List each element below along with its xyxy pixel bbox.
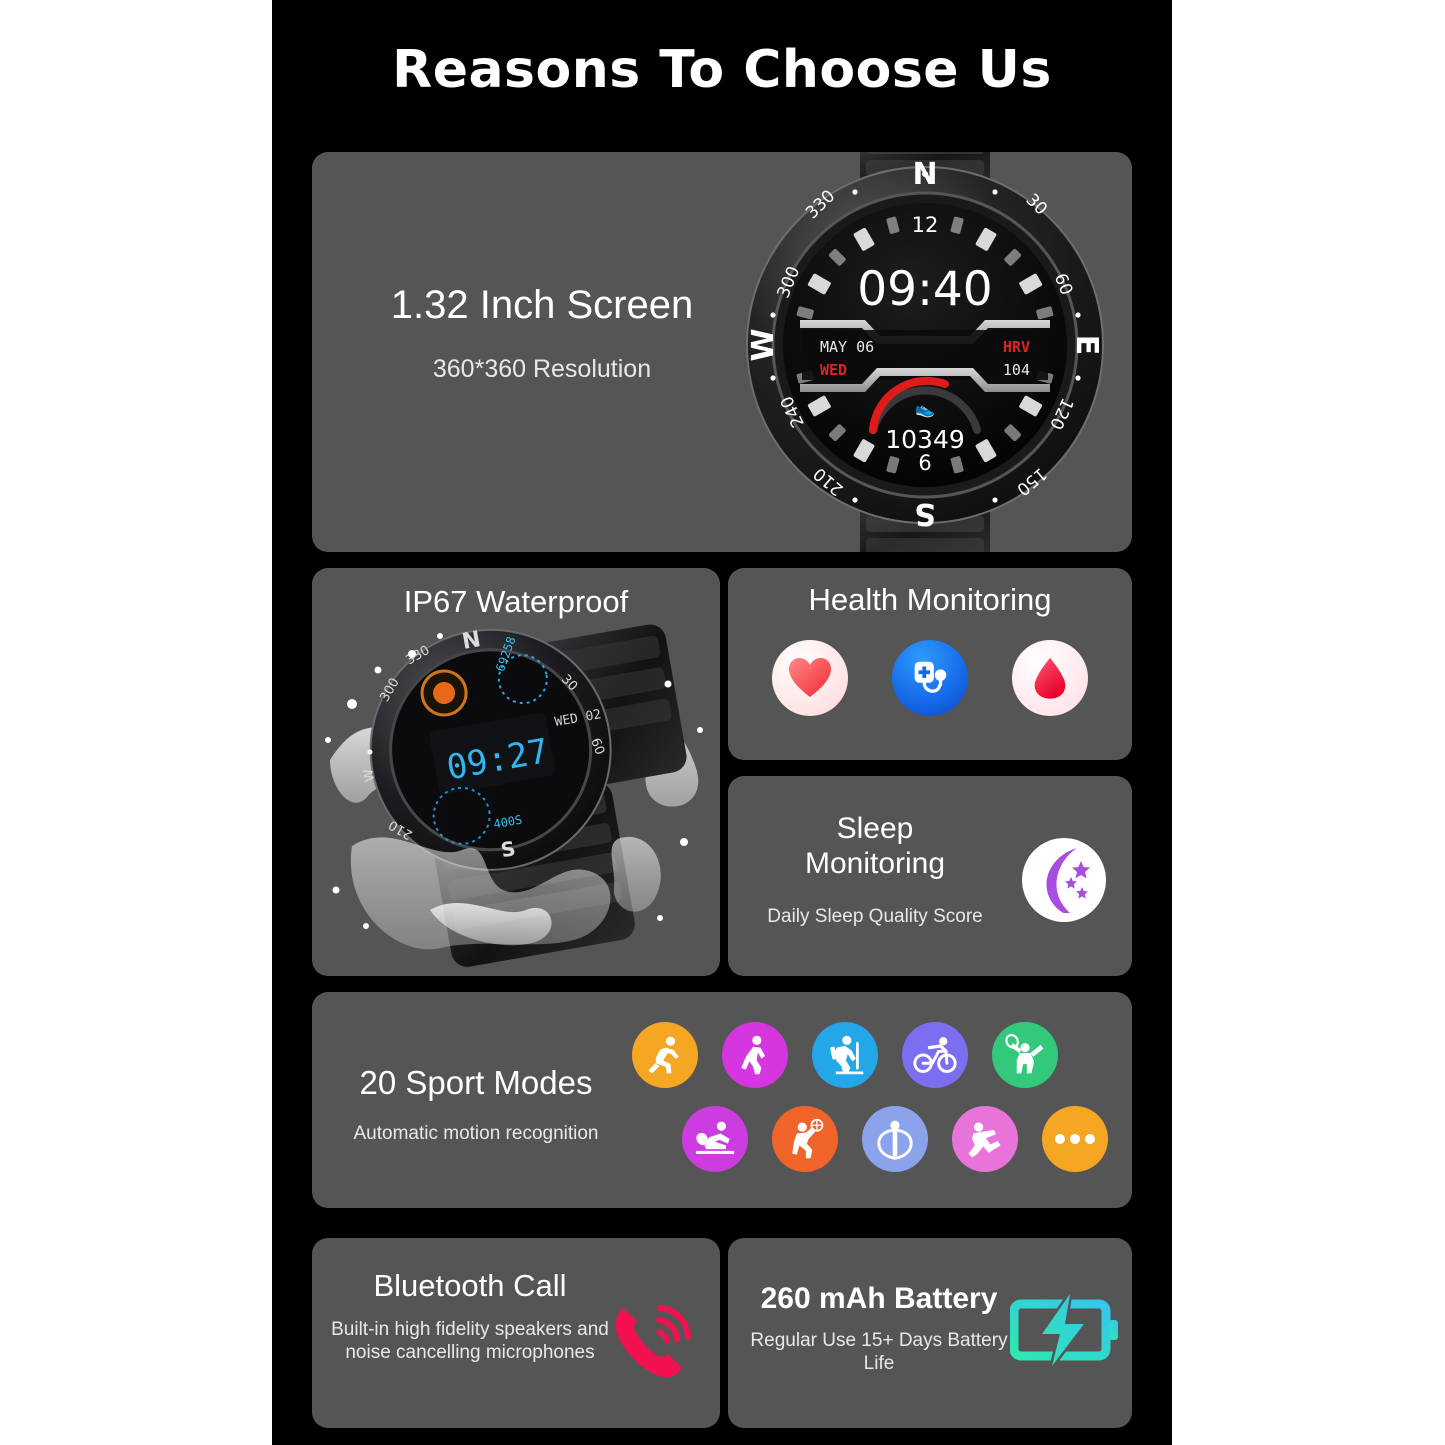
sport-icon-row-2 <box>682 1106 1108 1172</box>
page-title: Reasons To Choose Us <box>392 40 1052 100</box>
battery-title: 260 mAh Battery <box>760 1282 998 1315</box>
heart-glyph <box>789 658 831 697</box>
feature-card-screen: 1.32 Inch Screen 360*360 Resolution E S … <box>312 152 1132 552</box>
table-tennis-glyph <box>695 1121 735 1155</box>
running-icon[interactable] <box>632 1022 698 1088</box>
more-modes-icon[interactable] <box>1042 1106 1108 1172</box>
table-tennis-icon[interactable] <box>682 1106 748 1172</box>
running-glyph <box>648 1036 679 1074</box>
walking-glyph <box>741 1035 766 1075</box>
sport-text-block: 20 Sport Modes Automatic motion recognit… <box>326 1064 626 1146</box>
sport-subtitle: Automatic motion recognition <box>353 1122 599 1144</box>
bluetooth-subtitle: Built-in high fidelity speakers and nois… <box>331 1318 609 1364</box>
basketball-glyph <box>792 1118 824 1159</box>
product-feature-page: Reasons To Choose Us 1.32 Inch Screen 36… <box>272 0 1172 1445</box>
climbing-icon[interactable] <box>812 1022 878 1088</box>
sport-icon-row-1 <box>632 1022 1058 1088</box>
heart-rate-icon <box>772 640 848 716</box>
sleep-title-line1: Sleep <box>836 812 914 845</box>
cycling-glyph <box>913 1037 957 1073</box>
screen-title: 1.32 Inch Screen <box>390 283 694 327</box>
moon-stars-icon <box>1022 838 1106 922</box>
watch-hour-6: 6 <box>918 451 931 475</box>
badminton-glyph <box>1005 1033 1044 1074</box>
battery-subtitle: Regular Use 15+ Days Battery Life <box>750 1329 1008 1375</box>
blood-pressure-icon <box>892 640 968 716</box>
battery-charging-icon <box>1010 1292 1118 1368</box>
skipping-rope-icon[interactable] <box>862 1106 928 1172</box>
ellipsis-glyph <box>1055 1134 1095 1144</box>
watch-time: 09:40 <box>857 262 992 317</box>
svg-text:E: E <box>1069 335 1104 356</box>
sport-title: 20 Sport Modes <box>359 1064 593 1101</box>
yoga-icon[interactable] <box>952 1106 1018 1172</box>
feature-card-bluetooth-call: Bluetooth Call Built-in high fidelity sp… <box>312 1238 720 1428</box>
svg-text:S: S <box>914 496 936 531</box>
watch-hrv-label: HRV <box>1003 338 1030 356</box>
feature-card-sleep: Sleep Monitoring Daily Sleep Quality Sco… <box>728 776 1132 976</box>
svg-text:W: W <box>361 767 378 782</box>
smartwatch-front-image: N E S W 30 60 120 150 210 240 300 330 <box>746 152 1104 552</box>
shoe-icon: 👟 <box>915 401 935 418</box>
watch-hour-12: 12 <box>912 213 939 237</box>
watch-steps: 10349 <box>885 425 965 454</box>
phone-ringing-icon <box>615 1305 691 1378</box>
moon-stars-glyph <box>1046 848 1090 913</box>
stethoscope-glyph <box>914 661 947 693</box>
sleep-text-block: Sleep Monitoring Daily Sleep Quality Sco… <box>750 812 1000 929</box>
walking-icon[interactable] <box>722 1022 788 1088</box>
basketball-icon[interactable] <box>772 1106 838 1172</box>
health-title: Health Monitoring <box>808 582 1052 617</box>
bluetooth-title: Bluetooth Call <box>373 1268 567 1303</box>
screen-text-block: 1.32 Inch Screen 360*360 Resolution <box>342 282 742 385</box>
cycling-icon[interactable] <box>902 1022 968 1088</box>
feature-card-sport-modes: 20 Sport Modes Automatic motion recognit… <box>312 992 1132 1208</box>
badminton-icon[interactable] <box>992 1022 1058 1088</box>
battery-text-block: 260 mAh Battery Regular Use 15+ Days Bat… <box>734 1282 1024 1376</box>
svg-text:W: W <box>746 328 781 361</box>
climbing-glyph <box>830 1035 864 1075</box>
smartwatch-water-splash-image: N 30 60 300 330 210 W S 09:27 WED 02 692… <box>325 624 703 967</box>
yoga-glyph <box>968 1122 1001 1158</box>
sleep-subtitle: Daily Sleep Quality Score <box>767 906 983 927</box>
blood-drop-glyph <box>1034 657 1066 699</box>
blood-oxygen-icon <box>1012 640 1088 716</box>
watch-weekday: WED <box>820 361 847 379</box>
screen-subtitle: 360*360 Resolution <box>432 355 652 383</box>
bluetooth-text-block: Bluetooth Call Built-in high fidelity sp… <box>320 1268 620 1365</box>
feature-card-waterproof: IP67 Waterproof N 30 60 300 330 210 W S … <box>312 568 720 976</box>
skipping-rope-glyph <box>877 1120 913 1160</box>
health-icon-group <box>728 640 1132 716</box>
watch-hrv-value: 104 <box>1003 361 1030 379</box>
sleep-title-line2: Monitoring <box>804 846 946 880</box>
feature-card-battery: 260 mAh Battery Regular Use 15+ Days Bat… <box>728 1238 1132 1428</box>
watch-date: MAY 06 <box>820 338 874 356</box>
feature-card-health: Health Monitoring <box>728 568 1132 760</box>
